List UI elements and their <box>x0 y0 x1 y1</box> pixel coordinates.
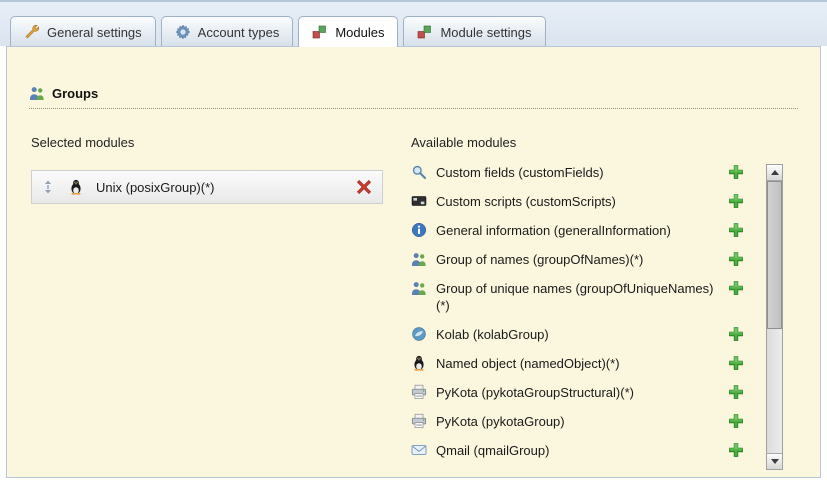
selected-module-row: Unix (posixGroup)(*) <box>31 170 383 204</box>
available-modules-area: Custom fields (customFields) Custom scrip… <box>411 164 789 471</box>
add-module-button[interactable] <box>728 326 753 342</box>
add-module-button[interactable] <box>728 222 753 238</box>
add-module-button[interactable] <box>728 251 753 267</box>
add-module-button[interactable] <box>728 280 753 296</box>
tab-modules[interactable]: Modules <box>298 16 398 47</box>
script-icon <box>411 193 427 209</box>
available-module-label: PyKota (pykotaGroupStructural)(*) <box>436 384 728 401</box>
tab-account-types[interactable]: Account types <box>161 16 294 46</box>
plus-icon <box>728 413 744 429</box>
plus-icon <box>728 222 744 238</box>
plus-icon <box>728 164 744 180</box>
lam-config-page: General settings Account types Modules Modu… <box>0 0 827 486</box>
available-module-label: Qmail (qmailGroup) <box>436 442 728 459</box>
add-module-button[interactable] <box>728 442 753 458</box>
arrow-up-icon <box>771 170 779 175</box>
plus-icon <box>728 193 744 209</box>
add-module-button[interactable] <box>728 355 753 371</box>
scrollbar-track[interactable] <box>767 181 782 453</box>
delete-icon <box>356 179 372 195</box>
plus-icon <box>728 251 744 267</box>
available-module-row: PyKota (pykotaGroupStructural)(*) <box>411 384 759 401</box>
groups-icon <box>29 85 45 101</box>
selected-modules-heading: Selected modules <box>31 135 383 150</box>
selected-modules-list: Unix (posixGroup)(*) <box>31 170 383 204</box>
printer-icon <box>411 384 427 400</box>
available-module-row: Group of names (groupOfNames)(*) <box>411 251 759 268</box>
scrollbar[interactable] <box>766 164 783 470</box>
info-icon <box>411 222 427 238</box>
tab-module-settings[interactable]: Module settings <box>403 16 545 46</box>
tab-general-settings[interactable]: General settings <box>10 16 156 46</box>
module-columns: Selected modules Unix (posixGroup)(*) Av… <box>25 135 802 471</box>
content-panel: Groups Selected modules Unix (posixGroup… <box>6 46 821 478</box>
modules-icon <box>312 24 328 40</box>
plus-icon <box>728 326 744 342</box>
available-module-label: General information (generalInformation) <box>436 222 728 239</box>
section-title-row: Groups <box>29 85 798 109</box>
available-module-row: Custom scripts (customScripts) <box>411 193 759 210</box>
available-module-row: Qmail (qmailGroup) <box>411 442 759 459</box>
printer-icon <box>411 413 427 429</box>
available-module-row: PyKota (pykotaGroup) <box>411 413 759 430</box>
modules-icon <box>417 24 433 40</box>
available-module-label: Group of unique names (groupOfUniqueName… <box>436 280 728 314</box>
available-modules-list: Custom fields (customFields) Custom scrip… <box>411 164 759 471</box>
add-module-button[interactable] <box>728 193 753 209</box>
mail-icon <box>411 442 427 458</box>
add-module-button[interactable] <box>728 164 753 180</box>
drag-handle[interactable] <box>40 179 54 195</box>
kolab-icon <box>411 326 427 342</box>
wrench-icon <box>24 24 40 40</box>
scrollbar-down-button[interactable] <box>767 453 782 469</box>
add-module-button[interactable] <box>728 384 753 400</box>
selected-module-label: Unix (posixGroup)(*) <box>96 180 214 195</box>
available-module-row: Group of unique names (groupOfUniqueName… <box>411 280 759 314</box>
plus-icon <box>728 442 744 458</box>
available-module-row: Named object (namedObject)(*) <box>411 355 759 372</box>
plus-icon <box>728 384 744 400</box>
tux-icon <box>68 179 84 195</box>
scrollbar-up-button[interactable] <box>767 165 782 181</box>
tab-label: Module settings <box>440 25 531 40</box>
available-modules-column: Available modules Custom fields (customF… <box>411 135 789 471</box>
selected-modules-column: Selected modules Unix (posixGroup)(*) <box>31 135 383 471</box>
tab-label: General settings <box>47 25 142 40</box>
tab-label: Account types <box>198 25 280 40</box>
magnifier-icon <box>411 164 427 180</box>
arrow-down-icon <box>771 459 779 464</box>
group-icon <box>411 251 427 267</box>
available-module-label: PyKota (pykotaGroup) <box>436 413 728 430</box>
available-module-row: General information (generalInformation) <box>411 222 759 239</box>
updown-icon <box>40 179 56 195</box>
available-module-label: Custom scripts (customScripts) <box>436 193 728 210</box>
remove-module-button[interactable] <box>356 179 372 195</box>
add-module-button[interactable] <box>728 413 753 429</box>
tab-label: Modules <box>335 25 384 40</box>
group-icon <box>411 280 427 296</box>
available-module-row: Custom fields (customFields) <box>411 164 759 181</box>
tux-icon <box>411 355 427 371</box>
available-modules-heading: Available modules <box>411 135 789 150</box>
available-module-label: Named object (namedObject)(*) <box>436 355 728 372</box>
plus-icon <box>728 280 744 296</box>
scrollbar-thumb[interactable] <box>767 181 782 329</box>
tab-bar: General settings Account types Modules Modu… <box>0 0 827 46</box>
available-module-label: Group of names (groupOfNames)(*) <box>436 251 728 268</box>
gear-icon <box>175 24 191 40</box>
available-module-label: Custom fields (customFields) <box>436 164 728 181</box>
page-title: Groups <box>52 86 98 101</box>
available-module-row: Kolab (kolabGroup) <box>411 326 759 343</box>
plus-icon <box>728 355 744 371</box>
available-module-label: Kolab (kolabGroup) <box>436 326 728 343</box>
